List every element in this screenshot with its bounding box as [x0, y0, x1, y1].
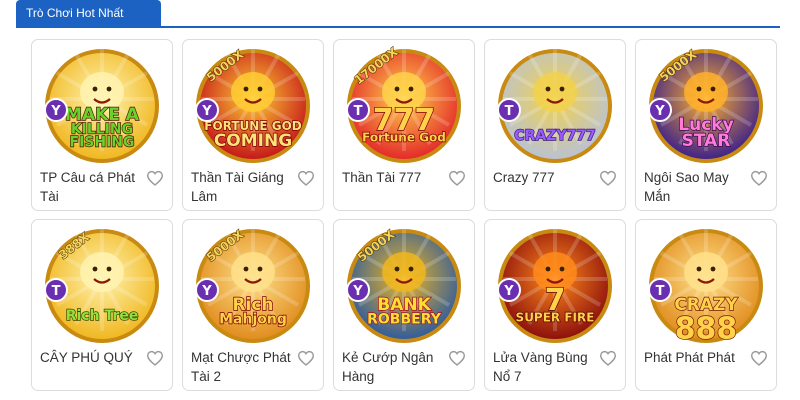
section-title: Trò Chơi Hot Nhất: [26, 6, 124, 20]
game-title[interactable]: Mạt Chược Phát Tài 2: [191, 348, 297, 386]
svg-text:T: T: [656, 284, 665, 299]
game-card[interactable]: FORTUNE GOD COMING 5000X Y Thần Tài Giáng Lâ…: [182, 39, 324, 211]
favorite-heart-icon[interactable]: [599, 350, 617, 366]
crazy-777-game-icon[interactable]: CRAZY777 T: [495, 44, 615, 164]
game-card[interactable]: 7 SUPER FIRE Y Lửa Vàng Bùng Nổ 7: [484, 219, 626, 391]
provider-badge-icon: Y: [195, 98, 219, 122]
svg-text:Y: Y: [50, 104, 61, 119]
game-card[interactable]: Lucky STAR 5000X Y Ngôi Sao May Mắn: [635, 39, 777, 211]
logo-text: STAR: [682, 131, 731, 151]
provider-badge-icon: T: [648, 278, 672, 302]
game-title[interactable]: Kẻ Cướp Ngân Hàng: [342, 348, 448, 386]
provider-badge-icon: Y: [195, 278, 219, 302]
logo-text: CRAZY777: [514, 128, 595, 144]
favorite-heart-icon[interactable]: [599, 170, 617, 186]
super-fire-game-icon[interactable]: 7 SUPER FIRE Y: [495, 224, 615, 344]
logo-text: COMING: [214, 131, 292, 151]
provider-badge-icon: T: [44, 278, 68, 302]
logo-text: SUPER FIRE: [516, 310, 595, 324]
logo-text: FISHING: [70, 135, 135, 151]
logo-text: 888: [675, 312, 738, 345]
game-card[interactable]: MAKE A KILLING FISHING Y TP Câu cá Phát Tài: [31, 39, 173, 211]
game-title[interactable]: CÂY PHÚ QUÝ: [40, 348, 146, 367]
section-divider: [16, 26, 780, 28]
favorite-heart-icon[interactable]: [146, 170, 164, 186]
provider-badge-icon: Y: [497, 278, 521, 302]
svg-text:T: T: [354, 104, 363, 119]
fortune-god-777-game-icon[interactable]: 777 Fortune God 17000X T: [344, 44, 464, 164]
favorite-heart-icon[interactable]: [750, 170, 768, 186]
logo-text: Fortune God: [362, 130, 446, 144]
game-title[interactable]: Lửa Vàng Bùng Nổ 7: [493, 348, 599, 386]
provider-badge-icon: Y: [648, 98, 672, 122]
game-title[interactable]: Thần Tài 777: [342, 168, 448, 187]
game-card[interactable]: 777 Fortune God 17000X T Thần Tài 777: [333, 39, 475, 211]
game-title[interactable]: TP Câu cá Phát Tài: [40, 168, 146, 206]
rich-tree-game-icon[interactable]: Rich Tree 388X T: [42, 224, 162, 344]
crazy-888-game-icon[interactable]: CRAZY 888 T: [646, 224, 766, 344]
provider-badge-icon: Y: [44, 98, 68, 122]
logo-text: Mahjong: [219, 311, 287, 327]
provider-badge-icon: T: [346, 98, 370, 122]
game-card[interactable]: Rich Tree 388X T CÂY PHÚ QUÝ: [31, 219, 173, 391]
game-card[interactable]: Rich Mahjong 5000X Y Mạt Chược Phát Tài 2: [182, 219, 324, 391]
game-card[interactable]: CRAZY777 T Crazy 777: [484, 39, 626, 211]
bank-robbery-game-icon[interactable]: BANK ROBBERY 5000X Y: [344, 224, 464, 344]
lucky-star-game-icon[interactable]: Lucky STAR 5000X Y: [646, 44, 766, 164]
favorite-heart-icon[interactable]: [750, 350, 768, 366]
section-title-tab[interactable]: Trò Chơi Hot Nhất: [16, 0, 161, 27]
game-title[interactable]: Phát Phát Phát: [644, 348, 750, 367]
svg-text:Y: Y: [201, 284, 212, 299]
svg-text:Y: Y: [503, 284, 514, 299]
provider-badge-icon: T: [497, 98, 521, 122]
game-card[interactable]: CRAZY 888 T Phát Phát Phát: [635, 219, 777, 391]
favorite-heart-icon[interactable]: [146, 350, 164, 366]
game-title[interactable]: Ngôi Sao May Mắn: [644, 168, 750, 206]
fortune-god-coming-game-icon[interactable]: FORTUNE GOD COMING 5000X Y: [193, 44, 313, 164]
game-title[interactable]: Crazy 777: [493, 168, 599, 187]
favorite-heart-icon[interactable]: [297, 350, 315, 366]
rich-mahjong-game-icon[interactable]: Rich Mahjong 5000X Y: [193, 224, 313, 344]
game-title[interactable]: Thần Tài Giáng Lâm: [191, 168, 297, 206]
svg-text:Y: Y: [352, 284, 363, 299]
game-card[interactable]: BANK ROBBERY 5000X Y Kẻ Cướp Ngân Hàng: [333, 219, 475, 391]
svg-text:Y: Y: [201, 104, 212, 119]
provider-badge-icon: Y: [346, 278, 370, 302]
favorite-heart-icon[interactable]: [448, 170, 466, 186]
svg-text:T: T: [505, 104, 514, 119]
svg-text:T: T: [52, 284, 61, 299]
favorite-heart-icon[interactable]: [297, 170, 315, 186]
logo-text: ROBBERY: [367, 311, 442, 327]
killing-fishing-game-icon[interactable]: MAKE A KILLING FISHING Y: [42, 44, 162, 164]
favorite-heart-icon[interactable]: [448, 350, 466, 366]
svg-text:Y: Y: [654, 104, 665, 119]
logo-text: Rich Tree: [66, 308, 139, 324]
